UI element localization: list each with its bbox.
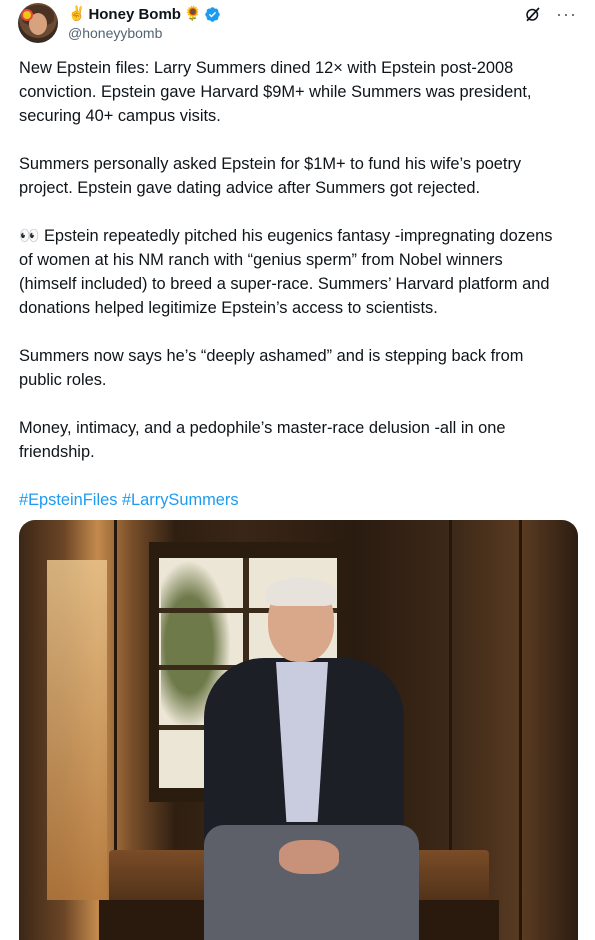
- hashtag-links[interactable]: #EpsteinFiles #LarrySummers: [19, 488, 579, 512]
- display-name[interactable]: Honey Bomb: [88, 6, 181, 23]
- victory-hand-emoji: ✌️: [68, 6, 86, 22]
- tweet-photo[interactable]: [19, 520, 578, 940]
- tweet-paragraph: Summers personally asked Epstein for $1M…: [19, 155, 522, 197]
- handle[interactable]: @honeyybomb: [68, 25, 221, 41]
- tweet: ✌️ Honey Bomb 🌻 @honeyybomb ··· New Epst…: [0, 0, 595, 940]
- more-icon[interactable]: ···: [556, 5, 577, 23]
- tweet-paragraph: Money, intimacy, and a pedophile’s maste…: [19, 419, 506, 461]
- sunflower-emoji: 🌻: [183, 6, 202, 22]
- tweet-paragraph: New Epstein files: Larry Summers dined 1…: [19, 59, 532, 125]
- grok-icon[interactable]: [524, 5, 542, 23]
- tweet-paragraph: Summers now says he’s “deeply ashamed” a…: [19, 347, 524, 389]
- tweet-header: ✌️ Honey Bomb 🌻 @honeyybomb ···: [18, 3, 581, 45]
- verified-badge-icon: [205, 6, 221, 22]
- sunlit-wall: [47, 560, 107, 900]
- wall-panel-line: [519, 520, 522, 940]
- tweet-paragraph: 👀 Epstein repeatedly pitched his eugenic…: [19, 227, 553, 317]
- tweet-text: New Epstein files: Larry Summers dined 1…: [19, 56, 579, 536]
- header-actions: ···: [524, 5, 577, 23]
- avatar[interactable]: [18, 3, 58, 43]
- author-info: ✌️ Honey Bomb 🌻 @honeyybomb: [68, 4, 221, 41]
- seated-man: [194, 578, 454, 940]
- name-row[interactable]: ✌️ Honey Bomb 🌻: [68, 4, 221, 24]
